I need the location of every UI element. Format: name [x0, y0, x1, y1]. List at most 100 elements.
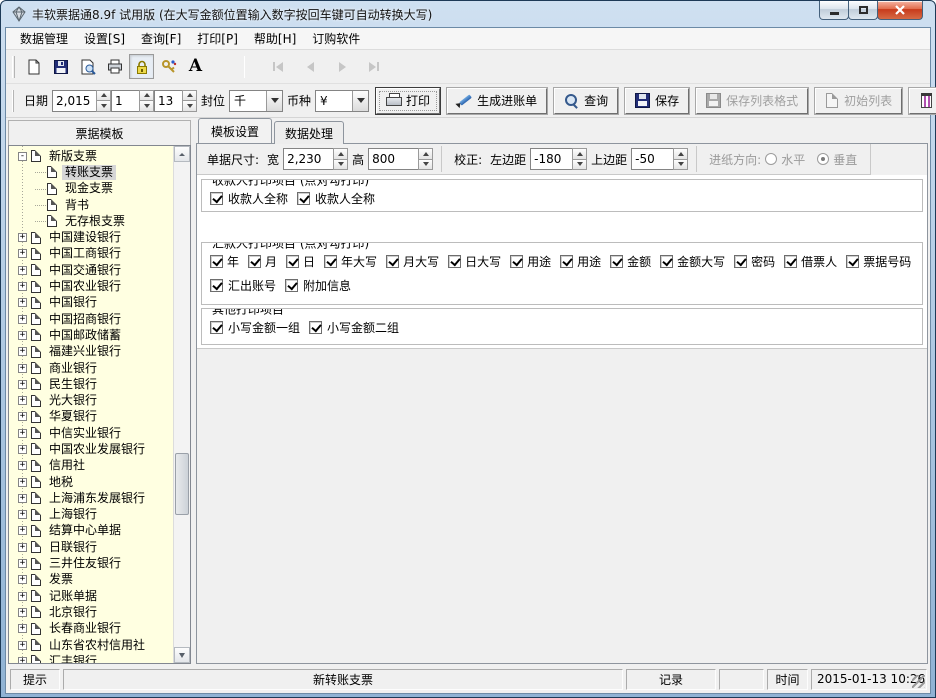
tree-item[interactable]: + 结算中心单据: [9, 523, 173, 539]
expand-toggle-icon[interactable]: +: [18, 315, 27, 324]
expand-toggle-icon[interactable]: +: [18, 445, 27, 454]
tree-item[interactable]: + 中国建设银行: [9, 229, 173, 245]
expand-toggle-icon[interactable]: +: [18, 380, 27, 389]
print-option-checkbox[interactable]: 日大写: [448, 253, 501, 270]
width-input[interactable]: [283, 148, 333, 170]
new-document-button[interactable]: [21, 54, 46, 79]
print-option-checkbox[interactable]: 金额: [610, 253, 651, 270]
tree-item[interactable]: + 日联银行: [9, 539, 173, 555]
tree-item[interactable]: + 汇丰银行: [9, 653, 173, 663]
year-input[interactable]: [52, 90, 96, 112]
tree-item[interactable]: + 华夏银行: [9, 409, 173, 425]
tree-item[interactable]: + 地税: [9, 474, 173, 490]
year-stepper[interactable]: [52, 90, 111, 112]
action-button[interactable]: 生成进账单: [447, 88, 547, 114]
height-input[interactable]: [368, 148, 418, 170]
print-option-checkbox[interactable]: 收款人全称: [210, 190, 288, 207]
tree-item[interactable]: + 上海浦东发展银行: [9, 490, 173, 506]
print-option-checkbox[interactable]: 年: [210, 253, 239, 270]
height-stepper[interactable]: [368, 148, 433, 170]
print-option-checkbox[interactable]: 年大写: [324, 253, 377, 270]
left-margin-stepper[interactable]: [530, 148, 587, 170]
tree-item[interactable]: - 新版支票: [9, 148, 173, 164]
expand-toggle-icon[interactable]: +: [18, 608, 27, 617]
scroll-down-button[interactable]: [174, 647, 190, 663]
expand-toggle-icon[interactable]: +: [18, 429, 27, 438]
expand-toggle-icon[interactable]: +: [18, 249, 27, 258]
currency-select[interactable]: ¥: [315, 90, 369, 112]
close-button[interactable]: [877, 1, 923, 20]
print-option-checkbox[interactable]: 小写金额二组: [309, 319, 399, 336]
tree-item[interactable]: + 记账单据: [9, 588, 173, 604]
expand-toggle-icon[interactable]: +: [18, 461, 27, 470]
expand-toggle-icon[interactable]: +: [18, 657, 27, 663]
tree-item[interactable]: + 信用社: [9, 458, 173, 474]
expand-toggle-icon[interactable]: +: [18, 298, 27, 307]
width-stepper[interactable]: [283, 148, 348, 170]
save-button[interactable]: [48, 54, 73, 79]
menu-item[interactable]: 数据管理: [12, 28, 76, 49]
top-margin-input[interactable]: [631, 148, 673, 170]
tree-item[interactable]: + 北京银行: [9, 604, 173, 620]
print-option-checkbox[interactable]: 附加信息: [285, 277, 351, 294]
print-option-checkbox[interactable]: 用途: [560, 253, 601, 270]
expand-toggle-icon[interactable]: +: [18, 559, 27, 568]
action-button[interactable]: 查询: [554, 88, 618, 114]
seal-select[interactable]: 千: [229, 90, 283, 112]
print-option-checkbox[interactable]: 票据号码: [846, 253, 911, 270]
print-option-checkbox[interactable]: 月大写: [386, 253, 439, 270]
scroll-up-button[interactable]: [174, 146, 190, 162]
tree-item[interactable]: 现金支票: [9, 181, 173, 197]
print-option-checkbox[interactable]: 借票人: [784, 253, 837, 270]
print-option-checkbox[interactable]: 收款人全称: [297, 190, 375, 207]
tree-item[interactable]: 无存根支票: [9, 213, 173, 229]
tree-item[interactable]: + 福建兴业银行: [9, 344, 173, 360]
expand-toggle-icon[interactable]: +: [18, 396, 27, 405]
expand-toggle-icon[interactable]: -: [18, 152, 27, 161]
expand-toggle-icon[interactable]: +: [18, 510, 27, 519]
print-option-checkbox[interactable]: 金额大写: [660, 253, 725, 270]
top-margin-stepper[interactable]: [631, 148, 688, 170]
action-button[interactable]: 保存列表格式: [696, 88, 808, 114]
scrollbar-track[interactable]: [174, 162, 190, 647]
action-button[interactable]: 打印: [376, 88, 440, 114]
key-button[interactable]: [156, 54, 181, 79]
print-preview-button[interactable]: [75, 54, 100, 79]
tab[interactable]: 数据处理: [274, 121, 344, 144]
month-input[interactable]: [111, 90, 139, 112]
expand-toggle-icon[interactable]: +: [18, 233, 27, 242]
maximize-button[interactable]: [848, 1, 878, 20]
tree-item[interactable]: + 中国农业发展银行: [9, 441, 173, 457]
lock-button[interactable]: [129, 54, 154, 79]
tree-scrollbar[interactable]: [173, 146, 190, 663]
print-option-checkbox[interactable]: 日: [286, 253, 315, 270]
tab[interactable]: 模板设置: [198, 118, 272, 143]
menu-item[interactable]: 帮助[H]: [246, 28, 304, 49]
tree-item[interactable]: 转账支票: [9, 164, 173, 180]
tree-item[interactable]: + 三井住友银行: [9, 555, 173, 571]
tree-item[interactable]: + 光大银行: [9, 392, 173, 408]
minimize-button[interactable]: [819, 1, 849, 20]
tree-item[interactable]: + 中信实业银行: [9, 425, 173, 441]
toolbar-grip[interactable]: [12, 90, 14, 112]
expand-toggle-icon[interactable]: +: [18, 543, 27, 552]
print-button[interactable]: [102, 54, 127, 79]
day-input[interactable]: [154, 90, 182, 112]
tree-item[interactable]: + 上海银行: [9, 507, 173, 523]
expand-toggle-icon[interactable]: +: [18, 364, 27, 373]
print-option-checkbox[interactable]: 密码: [734, 253, 775, 270]
print-option-checkbox[interactable]: 用途: [510, 253, 551, 270]
tree-item[interactable]: + 中国农业银行: [9, 278, 173, 294]
tree-item[interactable]: + 中国工商银行: [9, 246, 173, 262]
print-option-checkbox[interactable]: 汇出账号: [210, 277, 276, 294]
expand-toggle-icon[interactable]: +: [18, 478, 27, 487]
tree-item[interactable]: + 中国银行: [9, 295, 173, 311]
expand-toggle-icon[interactable]: +: [18, 624, 27, 633]
chevron-down-icon[interactable]: [266, 91, 282, 111]
tree-item[interactable]: + 民生银行: [9, 376, 173, 392]
menu-item[interactable]: 查询[F]: [133, 28, 189, 49]
tree-item[interactable]: + 中国邮政储蓄: [9, 327, 173, 343]
expand-toggle-icon[interactable]: +: [18, 526, 27, 535]
tree-item[interactable]: + 发票: [9, 572, 173, 588]
expand-toggle-icon[interactable]: +: [18, 494, 27, 503]
